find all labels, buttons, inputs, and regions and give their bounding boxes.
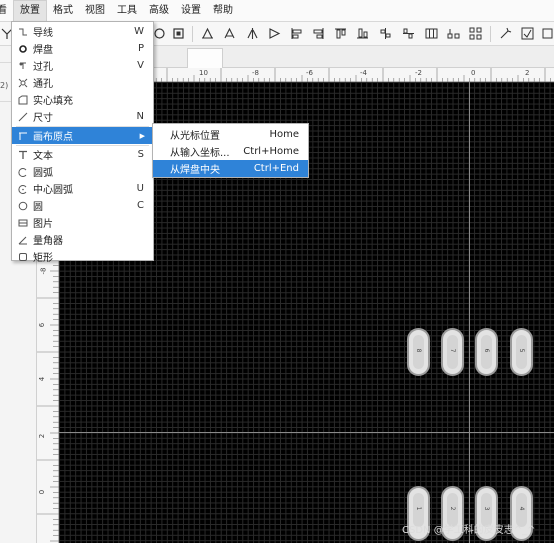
distribute-v-icon[interactable] xyxy=(401,26,416,41)
submenu-arrow-icon: ▶ xyxy=(139,131,145,140)
place-menu: 导线 W 焊盘 P 过孔 V 通孔 实心填充 尺寸 N 画布原点 ▶ 文本 S … xyxy=(11,21,154,264)
arc-icon xyxy=(18,167,28,177)
ruler-label: -4 xyxy=(360,69,367,77)
menu-item-dimension[interactable]: 尺寸 N xyxy=(12,108,153,125)
text-icon xyxy=(18,150,28,160)
menu-tools[interactable]: 工具 xyxy=(111,0,143,22)
group-icon[interactable] xyxy=(446,26,461,41)
menu-item-rectangle[interactable]: 矩形 xyxy=(12,248,153,265)
menu-format[interactable]: 格式 xyxy=(47,0,79,22)
app-window: 看 放置 格式 视图 工具 高级 设置 帮助 2) 10 -8 -6 -4 -2… xyxy=(0,0,554,543)
rotate-left-icon[interactable] xyxy=(152,26,167,41)
menu-item-canvas-origin[interactable]: 画布原点 ▶ xyxy=(12,127,153,144)
ruler-label: 4 xyxy=(38,376,47,382)
protractor-icon xyxy=(18,235,28,245)
align-right-icon[interactable] xyxy=(245,26,260,41)
pad-icon xyxy=(18,44,28,54)
align-left-icon[interactable] xyxy=(200,26,215,41)
menu-item-protractor[interactable]: 量角器 xyxy=(12,231,153,248)
left-panel-label: 2) xyxy=(0,81,9,90)
ruler-label: -8 xyxy=(39,267,48,275)
image-icon xyxy=(18,218,28,228)
align-middle-icon[interactable] xyxy=(289,26,304,41)
align-center-icon[interactable] xyxy=(222,26,237,41)
menu-help[interactable]: 帮助 xyxy=(207,0,239,22)
drc-icon[interactable] xyxy=(520,26,535,41)
crosshair-horizontal xyxy=(59,432,554,433)
menu-item-circle[interactable]: 圆C xyxy=(12,197,153,214)
menu-item-text[interactable]: 文本 S xyxy=(12,146,153,163)
wire-icon xyxy=(18,27,28,37)
magic-icon[interactable] xyxy=(498,26,513,41)
menu-advanced[interactable]: 高级 xyxy=(143,0,175,22)
menu-item-arc[interactable]: 圆弧 xyxy=(12,163,153,180)
dimension-icon xyxy=(18,112,28,122)
ruler-label: 0 xyxy=(38,489,47,495)
document-tab[interactable] xyxy=(187,48,223,68)
canvas-origin-submenu: 从光标位置 Home 从输入坐标... Ctrl+Home 从焊盘中央 Ctrl+En… xyxy=(152,123,309,178)
grid-icon[interactable] xyxy=(424,26,439,41)
align-bottom-edge-icon[interactable] xyxy=(355,26,370,41)
ruler-label: -6 xyxy=(306,69,313,77)
align-bottom-icon[interactable] xyxy=(311,26,326,41)
rectangle-icon xyxy=(18,252,28,262)
via-icon xyxy=(18,61,28,71)
more-icon[interactable] xyxy=(541,26,554,41)
circle-icon xyxy=(18,201,28,211)
menu-item-wire[interactable]: 导线 W xyxy=(12,23,153,40)
pad[interactable]: 7 xyxy=(441,328,464,376)
ruler-label: 2 xyxy=(525,69,530,77)
menu-settings[interactable]: 设置 xyxy=(175,0,207,22)
align-top-icon[interactable] xyxy=(267,26,282,41)
ruler-label: 6 xyxy=(38,322,47,328)
watermark: CSDN @学工科的皮皮志^_^ xyxy=(402,525,536,536)
fill-icon xyxy=(18,95,28,105)
menu-item-via[interactable]: 过孔 V xyxy=(12,57,153,74)
menu-item-hole[interactable]: 通孔 xyxy=(12,74,153,91)
menu-item-center-arc[interactable]: 中心圆弧 U xyxy=(12,180,153,197)
center-arc-icon xyxy=(18,184,28,194)
menu-view-partial[interactable]: 看 xyxy=(0,0,13,22)
menu-place[interactable]: 放置 xyxy=(13,0,47,22)
ungroup-icon[interactable] xyxy=(468,26,483,41)
ruler-label: 0 xyxy=(471,69,476,77)
ruler-label: 10 xyxy=(199,69,208,77)
submenu-item-from-pad-center[interactable]: 从焊盘中央 Ctrl+End xyxy=(153,160,308,177)
pad[interactable]: 5 xyxy=(510,328,533,376)
menu-item-pad[interactable]: 焊盘 P xyxy=(12,40,153,57)
menu-item-solid-fill[interactable]: 实心填充 xyxy=(12,91,153,108)
align-top-edge-icon[interactable] xyxy=(333,26,348,41)
ruler-label: -8 xyxy=(252,69,259,77)
ruler-label: 2 xyxy=(38,433,47,439)
distribute-h-icon[interactable] xyxy=(378,26,393,41)
hole-icon xyxy=(18,78,28,88)
menu-item-image[interactable]: 图片 xyxy=(12,214,153,231)
pad[interactable]: 6 xyxy=(475,328,498,376)
menu-bar: 看 放置 格式 视图 工具 高级 设置 帮助 xyxy=(0,0,554,22)
ruler-label: -2 xyxy=(415,69,422,77)
menu-view[interactable]: 视图 xyxy=(79,0,111,22)
rotate-right-icon[interactable] xyxy=(171,26,186,41)
submenu-item-from-cursor[interactable]: 从光标位置 Home xyxy=(153,126,308,143)
submenu-item-from-coordinates[interactable]: 从输入坐标... Ctrl+Home xyxy=(153,143,308,160)
crosshair-vertical xyxy=(469,82,470,543)
origin-icon xyxy=(18,131,28,141)
pad[interactable]: 8 xyxy=(407,328,430,376)
